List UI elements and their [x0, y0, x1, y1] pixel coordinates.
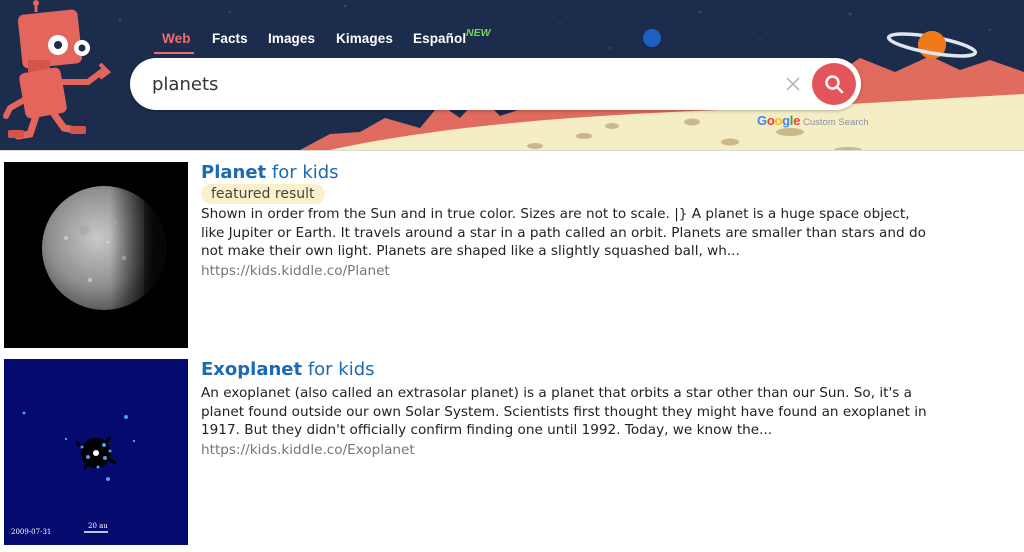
- ringed-planet-icon: [886, 31, 978, 59]
- new-badge: NEW: [466, 27, 491, 39]
- featured-result-badge: featured result: [201, 184, 325, 204]
- search-box: [130, 58, 861, 110]
- google-logo: Google: [757, 113, 801, 128]
- tab-kimages[interactable]: Kimages: [336, 31, 393, 46]
- result-url[interactable]: https://kids.kiddle.co/Planet: [201, 263, 390, 279]
- result-snippet: An exoplanet (also called an extrasolar …: [201, 385, 927, 439]
- result-snippet: Shown in order from the Sun and in true …: [201, 206, 926, 260]
- image-scale-caption: 20 au: [88, 522, 108, 530]
- result-title-link[interactable]: Planet for kids: [201, 162, 339, 183]
- result-thumbnail[interactable]: [4, 162, 188, 348]
- result-url[interactable]: https://kids.kiddle.co/Exoplanet: [201, 442, 415, 458]
- custom-search-text: Custom Search: [803, 117, 869, 128]
- image-date-caption: 2009-07-31: [11, 528, 51, 536]
- search-input[interactable]: [152, 70, 752, 98]
- tab-web[interactable]: Web: [162, 31, 191, 46]
- result-title-link[interactable]: Exoplanet for kids: [201, 359, 375, 380]
- header: Web Facts Images Kimages Español NEW Goo…: [0, 0, 1024, 150]
- search-icon: [825, 75, 844, 94]
- google-custom-search-label: Google Custom Search: [757, 112, 869, 130]
- header-divider: [0, 150, 1024, 151]
- search-button[interactable]: [812, 63, 856, 105]
- planet-photo: [4, 162, 188, 348]
- robot-mascot-icon: [3, 0, 112, 140]
- exoplanet-photo: 2009-07-31 20 au: [4, 359, 188, 545]
- result-thumbnail[interactable]: 2009-07-31 20 au: [4, 359, 188, 545]
- blue-planet-icon: [643, 29, 661, 47]
- close-icon[interactable]: [784, 75, 802, 93]
- tab-facts[interactable]: Facts: [212, 31, 248, 46]
- active-tab-underline: [154, 52, 194, 54]
- tab-espanol[interactable]: Español: [413, 31, 466, 46]
- tab-images[interactable]: Images: [268, 31, 315, 46]
